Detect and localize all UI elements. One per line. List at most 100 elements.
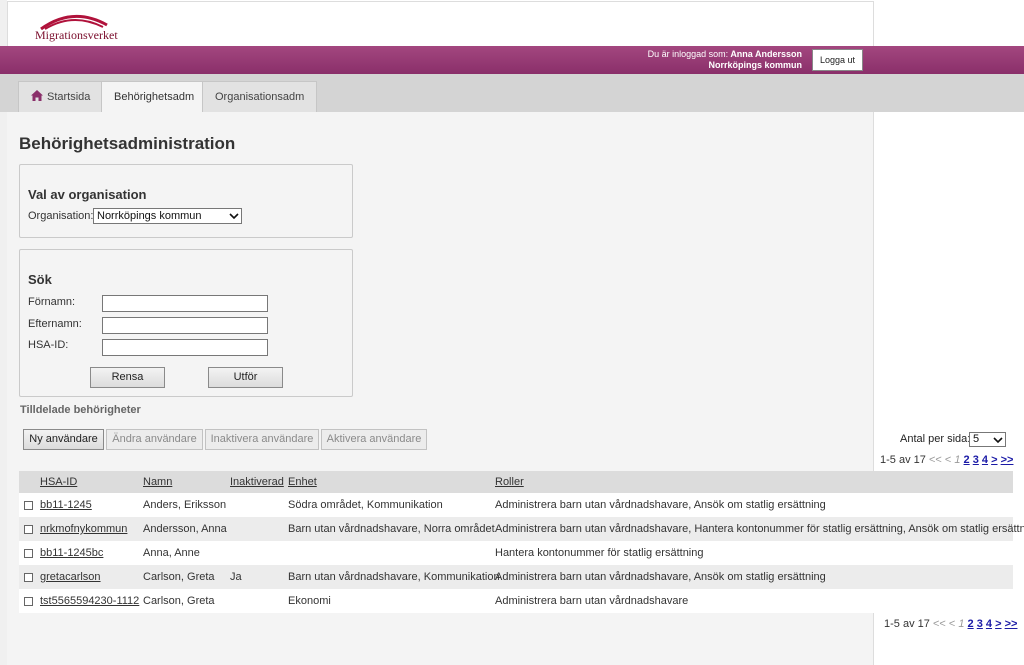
pager-range: 1-5 av 17 xyxy=(884,618,930,630)
user-name: Anna Andersson xyxy=(730,49,802,59)
pager-next[interactable]: > xyxy=(995,618,1001,630)
org-panel-title: Val av organisation xyxy=(28,187,147,202)
pager-prev: < xyxy=(944,454,952,466)
hsaid-label: HSA-ID: xyxy=(28,339,69,351)
pager-last[interactable]: >> xyxy=(1005,618,1018,630)
tab-label: Behörighetsadm xyxy=(114,91,195,103)
row-name: Carlson, Greta xyxy=(143,595,215,607)
row-hsa-id-link[interactable]: gretacarlson xyxy=(40,571,101,583)
pager-page-3[interactable]: 3 xyxy=(977,618,983,630)
pager-top: 1-5 av 17 << < 1 2 3 4 > >> xyxy=(880,454,1013,466)
tab-label: Organisationsadm xyxy=(215,91,305,103)
row-checkbox[interactable] xyxy=(24,525,33,534)
row-checkbox[interactable] xyxy=(24,549,33,558)
per-page-label: Antal per sida: xyxy=(900,433,971,445)
row-unit: Barn utan vårdnadshavare, Kommunikation xyxy=(288,571,500,583)
row-hsa-id-link[interactable]: tst5565594230-1112 xyxy=(40,595,139,607)
table-row[interactable]: gretacarlson Carlson, Greta Ja Barn utan… xyxy=(19,565,1013,589)
col-hsa-id[interactable]: HSA-ID xyxy=(40,476,77,488)
row-hsa-id-link[interactable]: bb11-1245bc xyxy=(40,547,103,559)
logout-button[interactable]: Logga ut xyxy=(812,49,863,71)
tab-organisationsadm[interactable]: Organisationsadm xyxy=(202,81,318,112)
deactivate-user-button[interactable]: Inaktivera användare xyxy=(205,429,319,450)
pager-page-4[interactable]: 4 xyxy=(986,618,992,630)
col-unit[interactable]: Enhet xyxy=(288,476,317,488)
pager-page-3[interactable]: 3 xyxy=(973,454,979,466)
col-roles[interactable]: Roller xyxy=(495,476,524,488)
row-hsa-id-link[interactable]: bb11-1245 xyxy=(40,499,92,511)
header: Migrationsverket xyxy=(7,1,874,46)
pager-next[interactable]: > xyxy=(991,454,997,466)
top-bar xyxy=(0,46,1024,74)
hsaid-input[interactable] xyxy=(102,339,268,356)
org-label: Organisation: xyxy=(28,210,94,222)
row-roles: Administrera barn utan vårdnadshavare, A… xyxy=(495,571,826,583)
pager-page-4[interactable]: 4 xyxy=(982,454,988,466)
row-name: Carlson, Greta xyxy=(143,571,215,583)
edit-user-button[interactable]: Ändra användare xyxy=(106,429,203,450)
firstname-input[interactable] xyxy=(102,295,268,312)
row-name: Anna, Anne xyxy=(143,547,200,559)
row-roles: Administrera barn utan vårdnadshavare xyxy=(495,595,689,607)
table-header: HSA-ID Namn Inaktiverad Enhet Roller xyxy=(19,471,1013,493)
row-roles: Administrera barn utan vårdnadshavare, A… xyxy=(495,499,826,511)
tab-bar: Startsida Behörighetsadm Organisationsad… xyxy=(0,74,1024,113)
search-panel: Sök Förnamn: Efternamn: HSA-ID: Rensa Ut… xyxy=(19,249,353,397)
pager-first: << xyxy=(928,454,942,466)
row-unit: Barn utan vårdnadshavare, Norra området xyxy=(288,523,495,535)
clear-button[interactable]: Rensa xyxy=(90,367,165,388)
row-hsa-id-link[interactable]: nrkmofnykommun xyxy=(40,523,127,535)
org-select-value: Norrköpings kommun xyxy=(97,210,202,222)
row-name: Andersson, Anna xyxy=(143,523,227,535)
lastname-input[interactable] xyxy=(102,317,268,334)
per-page-value: 5 xyxy=(973,433,980,445)
row-roles: Administrera barn utan vårdnadshavare, H… xyxy=(495,523,1024,535)
row-roles: Hantera kontonummer för statlig ersättni… xyxy=(495,547,704,559)
pager-first: << xyxy=(932,618,946,630)
table-row[interactable]: nrkmofnykommun Andersson, Anna Barn utan… xyxy=(19,517,1024,541)
submit-button[interactable]: Utför xyxy=(208,367,283,388)
org-select[interactable]: Norrköpings kommun xyxy=(93,208,242,224)
pager-bottom: 1-5 av 17 << < 1 2 3 4 > >> xyxy=(884,618,1017,630)
row-unit: Ekonomi xyxy=(288,595,331,607)
table-row[interactable]: bb11-1245 Anders, Eriksson Södra området… xyxy=(19,493,1013,517)
row-checkbox[interactable] xyxy=(24,597,33,606)
activate-user-button[interactable]: Aktivera användare xyxy=(321,429,427,450)
login-label: Du är inloggad som: xyxy=(647,49,729,59)
pager-current: 1 xyxy=(954,454,961,466)
chevron-down-icon xyxy=(229,213,239,220)
user-org: Norrköpings kommun xyxy=(708,60,802,70)
new-user-button[interactable]: Ny användare xyxy=(23,429,104,450)
login-info: Du är inloggad som: Anna Andersson Norrk… xyxy=(648,49,802,71)
col-inactive[interactable]: Inaktiverad xyxy=(230,476,284,488)
permissions-section-label: Tilldelade behörigheter xyxy=(20,404,141,416)
table-row[interactable]: bb11-1245bc Anna, Anne Hantera kontonumm… xyxy=(19,541,1013,565)
tab-label: Startsida xyxy=(47,91,91,103)
logo[interactable]: Migrationsverket xyxy=(35,10,121,42)
pager-last[interactable]: >> xyxy=(1001,454,1014,466)
pager-current: 1 xyxy=(958,618,965,630)
home-icon xyxy=(31,90,43,101)
col-name[interactable]: Namn xyxy=(143,476,172,488)
tab-startsida[interactable]: Startsida xyxy=(18,81,104,112)
pager-prev: < xyxy=(948,618,956,630)
firstname-label: Förnamn: xyxy=(28,296,76,308)
logo-text: Migrationsverket xyxy=(35,28,118,42)
search-panel-title: Sök xyxy=(28,272,52,287)
table-row[interactable]: tst5565594230-1112 Carlson, Greta Ekonom… xyxy=(19,589,1013,613)
chevron-down-icon xyxy=(993,437,1003,444)
lastname-label: Efternamn: xyxy=(28,318,82,330)
row-name: Anders, Eriksson xyxy=(143,499,227,511)
page-title: Behörighetsadministration xyxy=(19,134,236,153)
pager-page-2[interactable]: 2 xyxy=(968,618,974,630)
org-panel: Val av organisation Organisation: Norrkö… xyxy=(19,164,353,238)
row-checkbox[interactable] xyxy=(24,573,33,582)
logo-arc-icon xyxy=(40,14,108,30)
row-checkbox[interactable] xyxy=(24,501,33,510)
pager-page-2[interactable]: 2 xyxy=(964,454,970,466)
permissions-table: HSA-ID Namn Inaktiverad Enhet Roller bb1… xyxy=(19,471,1024,613)
per-page-select[interactable]: 5 xyxy=(969,432,1006,447)
pager-range: 1-5 av 17 xyxy=(880,454,926,466)
tab-behorighetsadm[interactable]: Behörighetsadm xyxy=(101,81,208,113)
row-unit: Södra området, Kommunikation xyxy=(288,499,443,511)
